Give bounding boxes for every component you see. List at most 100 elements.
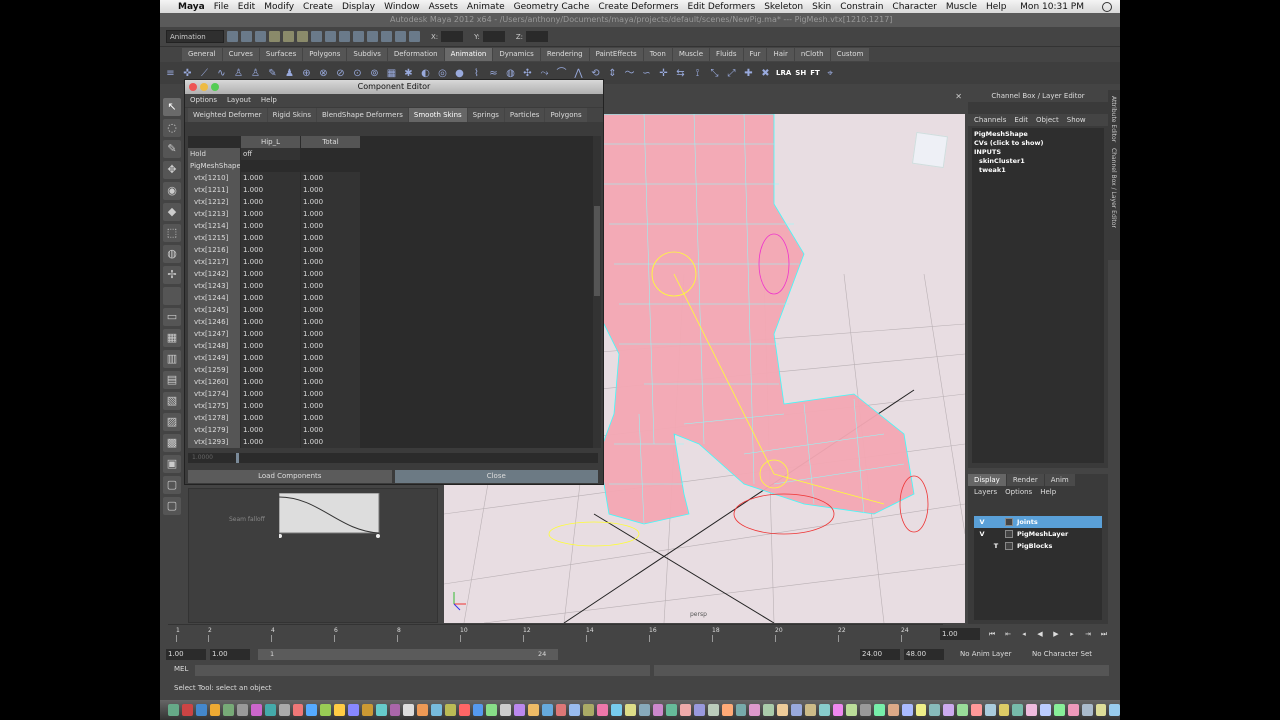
table-row[interactable]: vtx[1279] 1.000 1.000 [188, 424, 598, 436]
hip-l-weight-cell[interactable]: 1.000 [241, 172, 301, 184]
shelf-aim-constraint-icon[interactable]: ⊗ [317, 67, 330, 80]
dock-app-icon[interactable] [666, 704, 678, 716]
hip-l-weight-cell[interactable]: 1.000 [241, 340, 301, 352]
ce-menu-layout[interactable]: Layout [227, 94, 251, 107]
table-row[interactable]: vtx[1212] 1.000 1.000 [188, 196, 598, 208]
shelf-wrap-icon[interactable]: ◎ [436, 67, 449, 80]
shelf-wrinkle-icon[interactable]: ≈ [487, 67, 500, 80]
dock-app-icon[interactable] [417, 704, 429, 716]
shelf-tab-custom[interactable]: Custom [830, 48, 870, 61]
dock-app-icon[interactable] [403, 704, 415, 716]
vertex-name-cell[interactable]: vtx[1246] [188, 316, 241, 328]
layout-hypershade-icon[interactable]: ▩ [163, 434, 181, 452]
dock-app-icon[interactable] [569, 704, 581, 716]
shelf-rigid-bind-icon[interactable]: ♙ [249, 67, 262, 80]
total-weight-cell[interactable]: 1.000 [301, 292, 361, 304]
dock-app-icon[interactable] [472, 704, 484, 716]
render-icon[interactable] [381, 31, 392, 42]
dock-app-icon[interactable] [375, 704, 387, 716]
dock-app-icon[interactable] [389, 704, 401, 716]
hip-l-weight-cell[interactable]: 1.000 [241, 196, 301, 208]
lasso-tool-icon[interactable]: ◌ [163, 119, 181, 137]
shelf-point-constraint-icon[interactable]: ⊕ [300, 67, 313, 80]
mel-label[interactable]: MEL [174, 665, 188, 673]
dock-app-icon[interactable] [168, 704, 179, 716]
vertex-name-cell[interactable]: vtx[1243] [188, 280, 241, 292]
anim-end-field[interactable]: 48.00 [904, 649, 944, 660]
side-tab-attribute-editor[interactable]: Attribute Editor [1110, 96, 1117, 142]
go-to-start-icon[interactable]: ⏮ [986, 628, 998, 640]
anim-start-field[interactable]: 1.00 [166, 649, 206, 660]
total-weight-cell[interactable]: 1.000 [301, 316, 361, 328]
dock-app-icon[interactable] [514, 704, 525, 716]
cb-input-skincluster[interactable]: skinCluster1 [974, 157, 1102, 166]
table-row[interactable]: vtx[1213] 1.000 1.000 [188, 208, 598, 220]
table-row[interactable]: vtx[1215] 1.000 1.000 [188, 232, 598, 244]
rotate-tool-icon[interactable]: ◉ [163, 182, 181, 200]
tab-weighted-deformer[interactable]: Weighted Deformer [188, 108, 267, 122]
shelf-locator-icon[interactable]: ✛ [657, 67, 670, 80]
dock-app-icon[interactable] [749, 704, 761, 716]
dock-app-icon[interactable] [1040, 704, 1051, 716]
hip-l-weight-cell[interactable]: 1.000 [241, 388, 301, 400]
playback-end-field[interactable]: 24.00 [860, 649, 900, 660]
dock-app-icon[interactable] [181, 704, 193, 716]
menu-animate[interactable]: Animate [467, 2, 505, 12]
vertex-name-cell[interactable]: vtx[1245] [188, 304, 241, 316]
hip-l-weight-cell[interactable]: 1.000 [241, 424, 301, 436]
pig-mesh[interactable] [598, 114, 915, 525]
side-tab-channel-box[interactable]: Channel Box / Layer Editor [1110, 148, 1117, 228]
table-row[interactable]: vtx[1275] 1.000 1.000 [188, 400, 598, 412]
hip-l-weight-cell[interactable]: 1.000 [241, 304, 301, 316]
table-row[interactable]: vtx[1211] 1.000 1.000 [188, 184, 598, 196]
select-object-icon[interactable] [283, 31, 294, 42]
dock-app-icon[interactable] [970, 704, 982, 716]
vertex-name-cell[interactable]: vtx[1275] [188, 400, 241, 412]
dock-app-icon[interactable] [860, 704, 872, 716]
save-scene-icon[interactable] [255, 31, 266, 42]
universal-manip-icon[interactable]: ⬚ [163, 224, 181, 242]
menu-geometry-cache[interactable]: Geometry Cache [514, 2, 590, 12]
le-tab-render[interactable]: Render [1006, 474, 1044, 486]
dock-app-icon[interactable] [209, 704, 221, 716]
select-component-icon[interactable] [297, 31, 308, 42]
close-button[interactable]: Close [394, 470, 598, 483]
dock-app-icon[interactable] [444, 704, 456, 716]
dock-app-icon[interactable] [1054, 704, 1065, 716]
dock-app-icon[interactable] [583, 704, 595, 716]
le-tab-display[interactable]: Display [968, 474, 1006, 486]
shelf-tab-deformation[interactable]: Deformation [387, 48, 444, 61]
menu-set-selector[interactable]: Animation [166, 30, 224, 43]
tab-rigid-skins[interactable]: Rigid Skins [267, 108, 316, 122]
layer-pigmeshlayer[interactable]: V PigMeshLayer [974, 528, 1102, 540]
total-weight-cell[interactable]: 1.000 [301, 376, 361, 388]
vertex-name-cell[interactable]: vtx[1278] [188, 412, 241, 424]
dock-app-icon[interactable] [486, 704, 498, 716]
total-weight-cell[interactable]: 1.000 [301, 244, 361, 256]
total-weight-cell[interactable]: 1.000 [301, 268, 361, 280]
le-menu-layers[interactable]: Layers [974, 486, 997, 498]
menu-assets[interactable]: Assets [429, 2, 458, 12]
total-weight-cell[interactable]: 1.000 [301, 184, 361, 196]
open-scene-icon[interactable] [241, 31, 252, 42]
layout-outliner-icon[interactable]: ▧ [163, 392, 181, 410]
dock-app-icon[interactable] [541, 704, 553, 716]
dock-app-icon[interactable] [943, 704, 955, 716]
total-weight-cell[interactable]: 1.000 [301, 256, 361, 268]
show-manip-icon[interactable]: ✢ [163, 266, 181, 284]
dock-app-icon[interactable] [984, 704, 996, 716]
total-weight-cell[interactable]: 1.000 [301, 412, 361, 424]
table-row[interactable]: vtx[1246] 1.000 1.000 [188, 316, 598, 328]
shelf-detach-skin-icon[interactable]: ♟ [283, 67, 296, 80]
dock-app-icon[interactable] [431, 704, 442, 716]
total-weight-cell[interactable]: 1.000 [301, 208, 361, 220]
hip-l-weight-cell[interactable]: 1.000 [241, 184, 301, 196]
shelf-bind-skin-icon[interactable]: ♙ [232, 67, 245, 80]
shelf-tab-ncloth[interactable]: nCloth [794, 48, 830, 61]
history-icon[interactable] [367, 31, 378, 42]
column-hip-l[interactable]: Hip_L [241, 136, 301, 148]
table-row[interactable]: vtx[1293] 1.000 1.000 [188, 436, 598, 448]
dock-app-icon[interactable] [694, 704, 705, 716]
dock-app-icon[interactable] [624, 704, 636, 716]
go-to-end-icon[interactable]: ⏭ [1098, 628, 1110, 640]
